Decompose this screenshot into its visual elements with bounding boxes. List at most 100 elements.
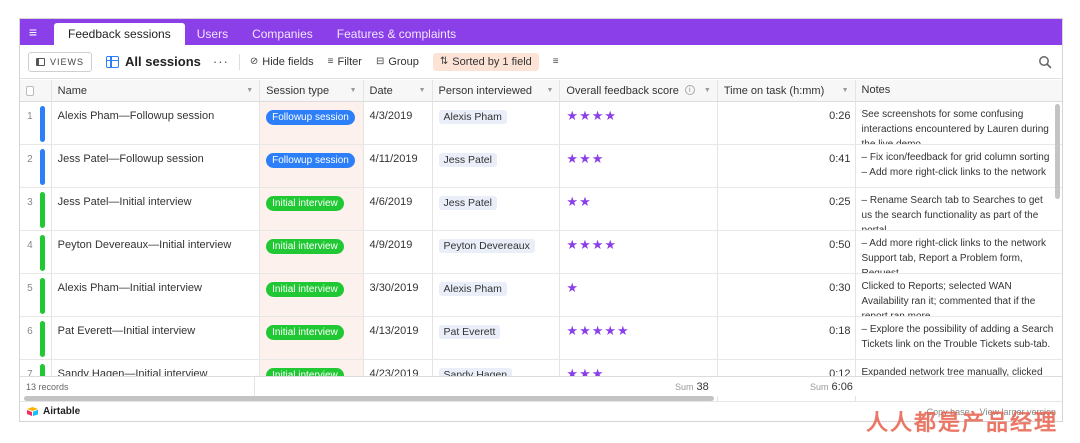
notes-cell[interactable]: – Rename Search tab to Searches to get u… [856,188,1062,230]
row-color-bar [39,235,45,271]
column-header-score[interactable]: Overall feedback score i ▼ [560,80,718,101]
score-sum: Sum 38 [675,381,709,393]
notes-cell[interactable]: Clicked to Reports; selected WAN Availab… [856,274,1062,316]
date-cell[interactable]: 4/3/2019 [364,102,433,144]
view-toolbar: VIEWS All sessions ··· ⊘ Hide fields ≡ F… [20,45,1062,79]
vertical-scrollbar[interactable] [1055,104,1060,199]
person-cell[interactable]: Jess Patel [433,188,561,230]
chevron-down-icon[interactable]: ▼ [704,87,711,94]
person-link-chip[interactable]: Jess Patel [438,153,497,167]
hide-fields-button[interactable]: ⊘ Hide fields [250,56,314,68]
records-grid: Name ▼ Session type ▼ Date ▼ Person intervi… [20,80,1062,403]
session-type-cell[interactable]: Initial interview [260,274,364,316]
name-cell[interactable]: Pat Everett—Initial interview [52,317,261,359]
session-type-cell[interactable]: Initial interview [260,231,364,273]
tab-companies[interactable]: Companies [240,23,325,45]
column-header-time[interactable]: Time on task (h:mm) ▼ [718,80,856,101]
session-type-cell[interactable]: Initial interview [260,188,364,230]
person-cell[interactable]: Pat Everett [433,317,561,359]
rating-stars-icon: ★★ [566,194,592,209]
notes-cell[interactable]: See screenshots for some confusing inter… [856,102,1062,144]
score-sum-value: 38 [696,381,709,393]
person-cell[interactable]: Jess Patel [433,145,561,187]
person-link-chip[interactable]: Peyton Devereaux [438,239,535,253]
session-type-cell[interactable]: Initial interview [260,317,364,359]
column-header-notes[interactable]: Notes [856,80,1062,101]
column-header-session-type[interactable]: Session type ▼ [260,80,364,101]
notes-cell[interactable]: – Fix icon/feedback for grid column sort… [856,145,1062,187]
session-type-cell[interactable]: Followup session [260,102,364,144]
record-count: 13 records [20,377,255,396]
time-cell[interactable]: 0:30 [718,274,856,316]
person-link-chip[interactable]: Alexis Pham [438,110,507,124]
sort-button[interactable]: ⇅ Sorted by 1 field [432,52,539,71]
person-link-chip[interactable]: Pat Everett [438,325,501,339]
date-cell[interactable]: 4/11/2019 [364,145,433,187]
date-cell[interactable]: 4/13/2019 [364,317,433,359]
score-cell[interactable]: ★★ [560,188,718,230]
person-cell[interactable]: Peyton Devereaux [433,231,561,273]
score-cell[interactable]: ★ [560,274,718,316]
time-cell[interactable]: 0:18 [718,317,856,359]
time-cell[interactable]: 0:41 [718,145,856,187]
chevron-down-icon[interactable]: ▼ [546,87,553,94]
column-header-person[interactable]: Person interviewed ▼ [433,80,561,101]
name-cell[interactable]: Alexis Pham—Initial interview [52,274,261,316]
search-icon[interactable] [1038,55,1052,69]
session-type-cell[interactable]: Followup session [260,145,364,187]
menu-icon[interactable]: ≡ [20,19,46,45]
time-cell[interactable]: 0:26 [718,102,856,144]
chevron-down-icon[interactable]: ▼ [350,87,357,94]
info-icon[interactable]: i [684,85,695,95]
table-row[interactable]: 3 Jess Patel—Initial interview Initial int… [20,188,1062,231]
date-cell[interactable]: 4/9/2019 [364,231,433,273]
column-header-date[interactable]: Date ▼ [364,80,433,101]
views-button[interactable]: VIEWS [28,51,93,72]
time-cell[interactable]: 0:25 [718,188,856,230]
view-name[interactable]: All sessions [125,54,201,69]
date-cell[interactable]: 4/6/2019 [364,188,433,230]
score-cell[interactable]: ★★★ [560,145,718,187]
name-cell[interactable]: Alexis Pham—Followup session [52,102,261,144]
tab-feedback-sessions[interactable]: Feedback sessions [54,23,185,45]
filter-button[interactable]: ≡ Filter [328,56,362,68]
session-type-pill: Initial interview [266,196,344,211]
group-button[interactable]: ⊟ Group [376,56,419,68]
airtable-logo[interactable]: Airtable [26,406,80,417]
notes-cell[interactable]: – Explore the possibility of adding a Se… [856,317,1062,359]
name-cell[interactable]: Jess Patel—Followup session [52,145,261,187]
score-cell[interactable]: ★★★★★ [560,317,718,359]
tab-users[interactable]: Users [185,23,240,45]
chevron-down-icon[interactable]: ▼ [419,87,426,94]
row-color-cell [39,145,52,187]
view-more-button[interactable]: ··· [213,54,229,69]
column-header-name[interactable]: Name ▼ [52,80,261,101]
date-cell[interactable]: 3/30/2019 [364,274,433,316]
person-link-chip[interactable]: Jess Patel [438,196,497,210]
name-cell[interactable]: Peyton Devereaux—Initial interview [52,231,261,273]
chevron-down-icon[interactable]: ▼ [246,87,253,94]
sort-icon: ⇅ [439,56,449,67]
time-cell[interactable]: 0:50 [718,231,856,273]
person-cell[interactable]: Alexis Pham [433,274,561,316]
person-link-chip[interactable]: Alexis Pham [438,282,507,296]
score-cell[interactable]: ★★★★ [560,231,718,273]
table-row[interactable]: 4 Peyton Devereaux—Initial interview Initi… [20,231,1062,274]
table-row[interactable]: 6 Pat Everett—Initial interview Initial in… [20,317,1062,360]
name-cell[interactable]: Jess Patel—Initial interview [52,188,261,230]
tab-features-complaints[interactable]: Features & complaints [325,23,468,45]
row-height-button[interactable]: ≡ [553,56,559,67]
grid-header: Name ▼ Session type ▼ Date ▼ Person intervi… [20,80,1062,102]
select-all-checkbox[interactable] [26,85,34,96]
score-cell[interactable]: ★★★★ [560,102,718,144]
airtable-logo-icon [27,407,38,416]
notes-cell[interactable]: – Add more right-click links to the netw… [856,231,1062,273]
rating-stars-icon: ★★★★★ [566,323,630,338]
chevron-down-icon[interactable]: ▼ [842,87,849,94]
column-label: Date [369,84,393,97]
table-row[interactable]: 5 Alexis Pham—Initial interview Initial in… [20,274,1062,317]
table-row[interactable]: 1 Alexis Pham—Followup session Followup se… [20,102,1062,145]
table-row[interactable]: 2 Jess Patel—Followup session Followup ses… [20,145,1062,188]
person-cell[interactable]: Alexis Pham [433,102,561,144]
select-all-cell[interactable] [20,80,40,101]
